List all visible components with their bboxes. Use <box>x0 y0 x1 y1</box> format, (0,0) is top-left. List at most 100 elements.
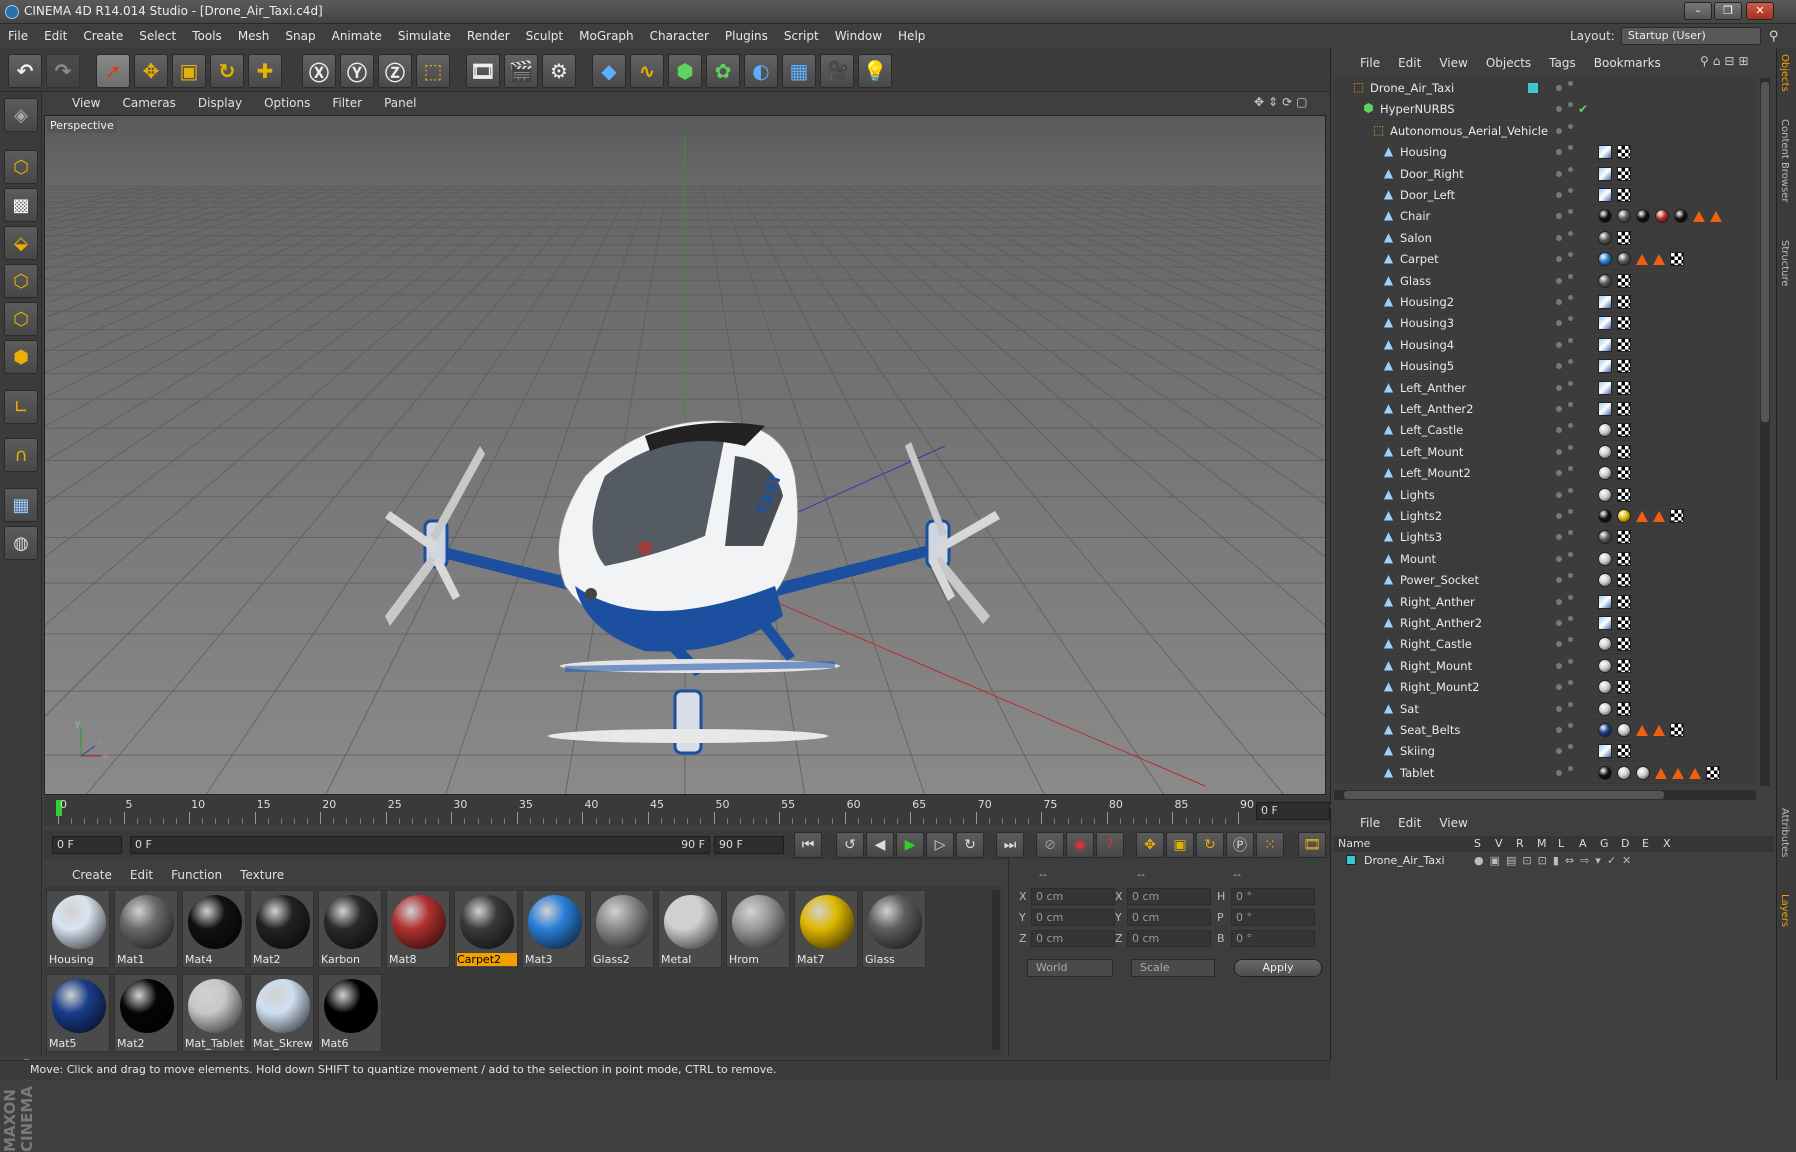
render-settings-icon[interactable]: ⚙ <box>542 54 576 88</box>
material-tag-icon[interactable] <box>1598 573 1612 588</box>
texture-tag-icon[interactable] <box>1598 188 1612 202</box>
object-row[interactable]: ▲ Door_Left <box>1334 185 1756 206</box>
visibility-dots[interactable] <box>1556 316 1580 327</box>
autokey-icon[interactable]: ◉ <box>1066 832 1094 858</box>
menu-tools[interactable]: Tools <box>192 29 222 43</box>
menu-snap[interactable]: Snap <box>285 29 315 43</box>
visibility-dots[interactable] <box>1556 487 1580 498</box>
material-swatch[interactable]: Carpet2 <box>454 890 518 968</box>
object-row[interactable]: ▲ Housing3 <box>1334 313 1756 335</box>
layer-column-x[interactable]: X <box>1663 837 1671 850</box>
object-row[interactable]: ▲ Housing <box>1334 142 1756 164</box>
side-tab-objects[interactable]: Objects <box>1779 54 1790 92</box>
live-selection-icon[interactable]: ➚ <box>96 54 130 88</box>
object-tree-hscrollbar[interactable] <box>1334 790 1756 800</box>
visibility-dots[interactable] <box>1556 273 1580 284</box>
material-swatch[interactable]: Hrom <box>726 890 790 968</box>
coordinate-space-dropdown[interactable]: World <box>1027 959 1113 977</box>
menu-animate[interactable]: Animate <box>332 29 382 43</box>
menu-render[interactable]: Render <box>467 29 510 43</box>
viewport-menu-filter[interactable]: Filter <box>332 96 362 110</box>
layer-column-e[interactable]: E <box>1642 837 1649 850</box>
selection-tag-icon[interactable] <box>1689 767 1701 779</box>
object-row[interactable]: ▲ Mount <box>1334 548 1756 570</box>
model-mode-icon[interactable]: ⬡ <box>4 150 38 184</box>
uvw-tag-icon[interactable] <box>1617 487 1631 502</box>
y-axis-lock-icon[interactable]: Ⓨ <box>340 54 374 88</box>
record-keys-icon[interactable]: ⊘ <box>1036 832 1064 858</box>
selection-tag-icon[interactable] <box>1653 725 1665 736</box>
z-axis-lock-icon[interactable]: Ⓩ <box>378 54 412 88</box>
visibility-dots[interactable] <box>1556 295 1580 305</box>
layer-menu-edit[interactable]: Edit <box>1398 816 1421 830</box>
uvw-tag-icon[interactable] <box>1617 551 1631 566</box>
layer-column-l[interactable]: L <box>1558 837 1564 850</box>
material-swatch[interactable]: Mat6 <box>318 974 382 1052</box>
visibility-dots[interactable] <box>1556 166 1580 177</box>
side-tab-structure[interactable]: Structure <box>1779 240 1790 287</box>
texture-tag-icon[interactable] <box>1598 337 1612 352</box>
coord-value-field[interactable]: 0 cm <box>1031 930 1115 947</box>
material-tag-icon[interactable] <box>1617 765 1631 780</box>
object-row[interactable]: ▲ Glass <box>1334 270 1756 292</box>
material-swatch[interactable]: Mat_Tablet <box>182 974 246 1052</box>
side-tab-layers[interactable]: Layers <box>1779 894 1790 927</box>
layer-color-icon[interactable] <box>1528 83 1538 93</box>
material-tag-icon[interactable] <box>1598 509 1612 523</box>
coord-value-field[interactable]: 0 ° <box>1231 930 1315 947</box>
object-row[interactable]: ⬚ Drone_Air_Taxi <box>1334 78 1756 99</box>
material-tag-icon[interactable] <box>1598 680 1612 695</box>
maximize-button[interactable]: ❐ <box>1714 2 1742 20</box>
coordinate-system-icon[interactable]: ⬚ <box>416 54 450 88</box>
goto-start-icon[interactable]: ⏮ <box>794 832 822 858</box>
material-tag-icon[interactable] <box>1598 230 1612 245</box>
uvw-tag-icon[interactable] <box>1617 273 1631 288</box>
uvw-tag-icon[interactable] <box>1617 637 1631 652</box>
planar-workplane-icon[interactable]: ◍ <box>4 526 38 560</box>
uvw-tag-icon[interactable] <box>1617 145 1631 160</box>
selection-tag-icon[interactable] <box>1636 511 1648 522</box>
texture-tag-icon[interactable] <box>1598 594 1612 609</box>
uvw-tag-icon[interactable] <box>1617 380 1631 395</box>
camera-icon[interactable]: 🎥 <box>820 54 854 88</box>
object-row[interactable]: ▲ Housing2 <box>1334 292 1756 313</box>
apply-button[interactable]: Apply <box>1234 959 1322 977</box>
material-swatch[interactable]: Mat5 <box>46 974 110 1052</box>
floor-icon[interactable]: ▦ <box>782 54 816 88</box>
deformer-icon[interactable]: ◐ <box>744 54 778 88</box>
undo-icon[interactable]: ↶ <box>8 54 42 88</box>
object-row[interactable]: ▲ Lights <box>1334 484 1756 506</box>
object-row[interactable]: ▲ Right_Castle <box>1334 634 1756 656</box>
selection-tag-icon[interactable] <box>1710 211 1722 223</box>
search-icon[interactable]: ⚲ <box>1769 29 1779 44</box>
array-icon[interactable]: ✿ <box>706 54 740 88</box>
uvw-tag-icon[interactable] <box>1617 744 1631 759</box>
material-tag-icon[interactable] <box>1598 252 1612 267</box>
object-row[interactable]: ▲ Left_Anther <box>1334 377 1756 399</box>
uvw-tag-icon[interactable] <box>1617 337 1631 352</box>
material-menu-texture[interactable]: Texture <box>240 868 284 882</box>
material-tag-icon[interactable] <box>1598 273 1612 288</box>
key-parameter-icon[interactable]: Ⓟ <box>1226 832 1254 858</box>
object-menu-objects[interactable]: Objects <box>1486 56 1531 70</box>
material-tag-icon[interactable] <box>1617 252 1631 267</box>
object-row[interactable]: ▲ Lights3 <box>1334 527 1756 549</box>
object-row[interactable]: ▲ Skiing <box>1334 741 1756 763</box>
uvw-tag-icon[interactable] <box>1617 466 1631 481</box>
points-mode-icon[interactable]: ⬡ <box>4 264 38 298</box>
material-swatch[interactable]: Metal <box>658 890 722 968</box>
uvw-tag-icon[interactable] <box>1617 444 1631 459</box>
texture-tag-icon[interactable] <box>1598 316 1612 331</box>
visibility-dots[interactable] <box>1556 102 1580 113</box>
material-tag-icon[interactable] <box>1617 209 1631 224</box>
render-picture-viewer-icon[interactable]: 🎬 <box>504 54 538 88</box>
visibility-dots[interactable] <box>1556 509 1580 519</box>
cube-primitive-icon[interactable]: ◆ <box>592 54 626 88</box>
visibility-dots[interactable] <box>1556 744 1580 755</box>
object-row[interactable]: ▲ Power_Socket <box>1334 570 1756 592</box>
coord-value-field[interactable]: 0 cm <box>1127 930 1211 947</box>
visibility-dots[interactable] <box>1556 530 1580 541</box>
visibility-dots[interactable] <box>1556 594 1580 605</box>
keyframe-selection-icon[interactable]: ? <box>1096 832 1124 858</box>
material-tag-icon[interactable] <box>1674 209 1688 224</box>
